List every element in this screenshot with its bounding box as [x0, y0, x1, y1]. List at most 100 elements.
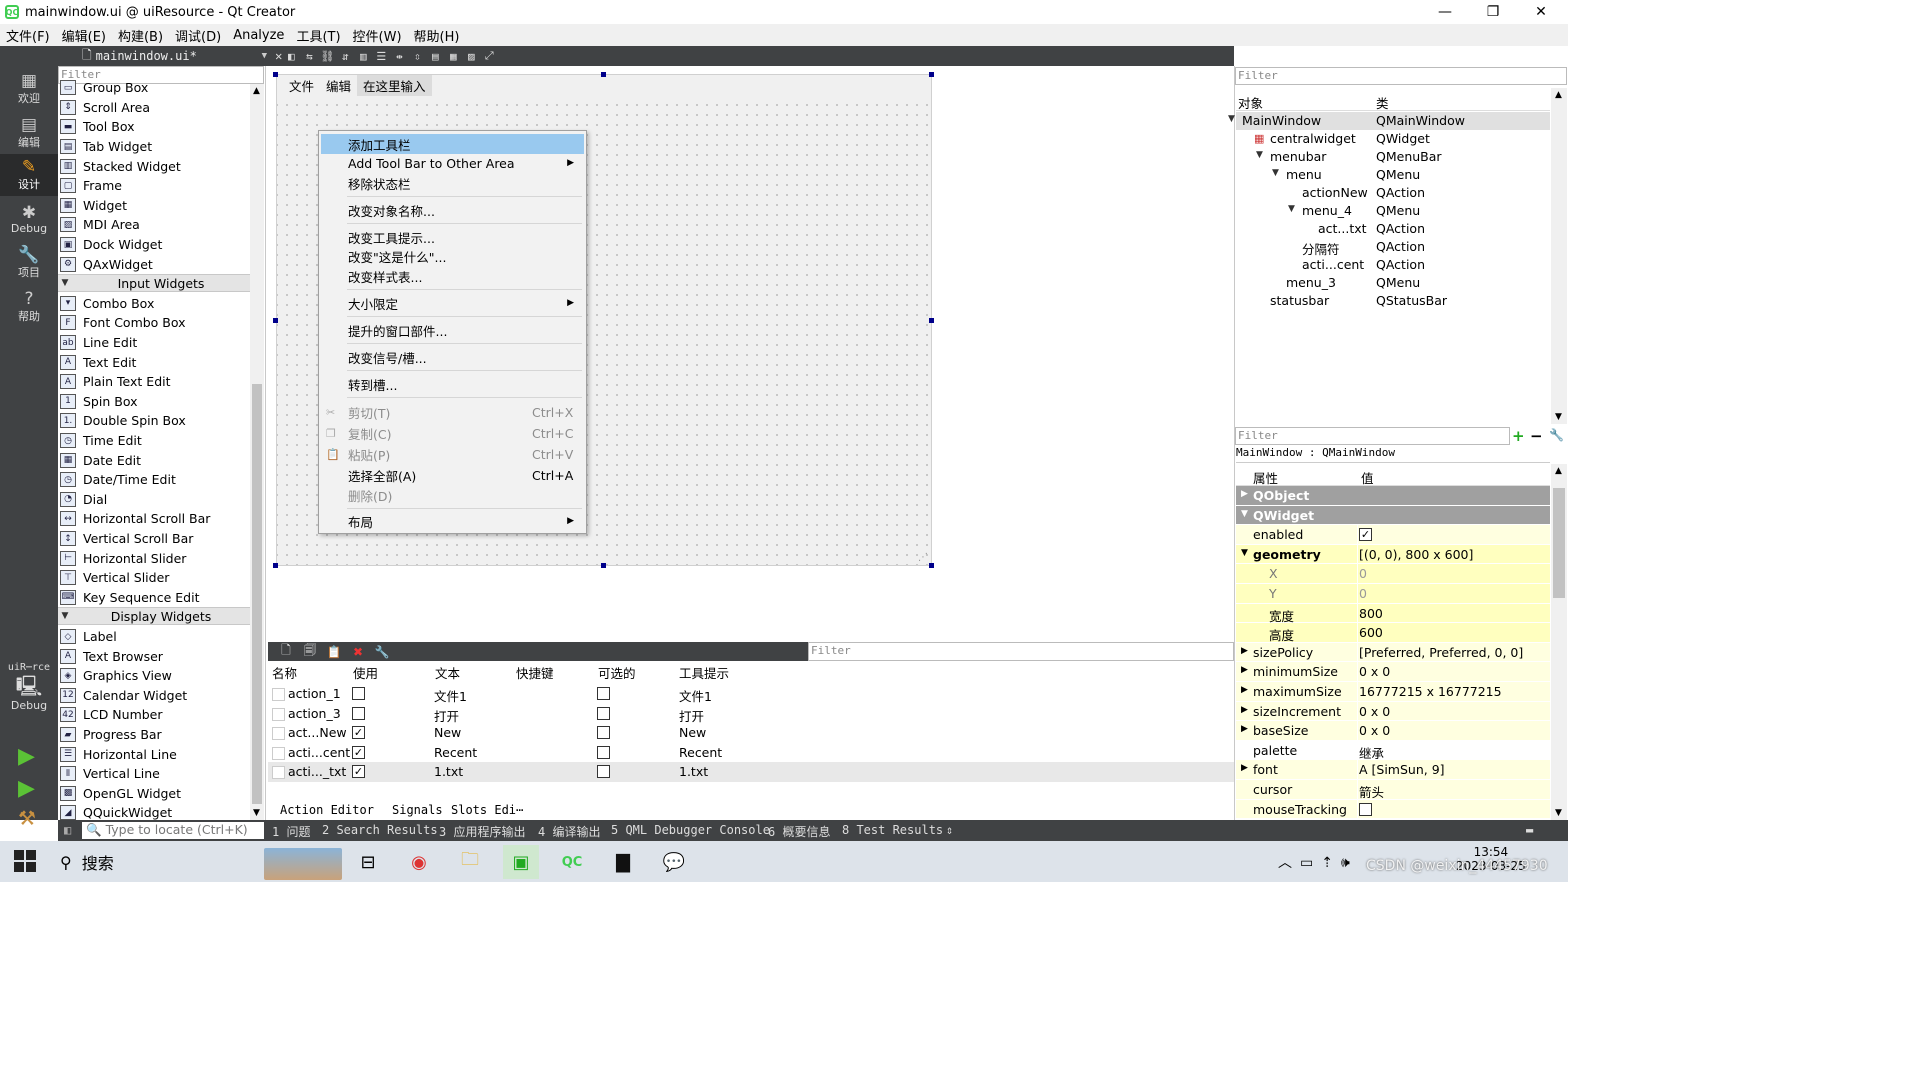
action-filter-input[interactable]: Filter — [808, 642, 1234, 661]
widget-item-text-browser[interactable]: A Text Browser — [60, 646, 163, 666]
edit-buddies-icon[interactable]: ⛓ — [318, 50, 336, 63]
size-grip-icon[interactable]: ⋰ — [918, 552, 928, 563]
col-header-class[interactable]: 类 — [1376, 93, 1389, 112]
mode-help[interactable]: ? 帮助 — [0, 286, 58, 328]
property-row[interactable]: Y0 — [1236, 584, 1550, 604]
mode-welcome[interactable]: ▦ 欢迎 — [0, 68, 58, 110]
mode-projects[interactable]: 🔧 项目 — [0, 242, 58, 284]
remove-dynamic-property-icon[interactable]: − — [1530, 427, 1543, 445]
table-row[interactable]: acti..._txt ✓ 1.txt 1.txt — [268, 762, 1234, 782]
chevron-right-icon[interactable]: ▶ — [1241, 685, 1248, 695]
new-action-icon[interactable]: 🗋 — [274, 641, 298, 662]
property-row[interactable]: ▶ font A [SimSun, 9] — [1236, 760, 1550, 780]
widget-item-dial[interactable]: ◔ Dial — [60, 490, 107, 510]
widget-item-tab-widget[interactable]: ▤ Tab Widget — [60, 137, 152, 157]
chevron-right-icon[interactable]: ▶ — [1241, 724, 1248, 734]
object-tree-item[interactable]: menu_3 QMenu — [1236, 274, 1550, 292]
toggle-sidebar-icon[interactable]: ◧ — [64, 823, 71, 837]
menu-item-remove-statusbar[interactable]: 移除状态栏 — [321, 173, 584, 193]
menu-item-size-constraints[interactable]: 大小限定 ▶ — [321, 293, 584, 313]
widget-item-text-edit[interactable]: A Text Edit — [60, 352, 136, 372]
open-file-combo[interactable]: mainwindow.ui* — [96, 49, 262, 63]
edit-signals-icon[interactable]: ⇆ — [300, 50, 318, 63]
form-menu-file[interactable]: 文件 — [283, 76, 320, 95]
menu-item-add-toolbar[interactable]: 添加工具栏 — [321, 134, 584, 154]
resize-handle[interactable] — [601, 563, 606, 568]
table-row[interactable]: action_3 打开 打开 — [268, 704, 1234, 724]
property-editor-scrollbar[interactable]: ▲ ▼ — [1551, 464, 1567, 820]
widget-item-date-edit[interactable]: ▦ Date Edit — [60, 450, 141, 470]
widget-item-tool-box[interactable]: ▬ Tool Box — [60, 117, 135, 137]
used-checkbox[interactable]: ✓ — [352, 745, 365, 759]
checkable-checkbox[interactable] — [597, 726, 610, 740]
property-row[interactable]: ▶ baseSize 0 x 0 — [1236, 721, 1550, 741]
object-inspector-scrollbar[interactable]: ▲ ▼ — [1551, 88, 1567, 424]
widget-item-widget[interactable]: ▦ Widget — [60, 196, 127, 216]
build-hammer-icon[interactable]: ⚒ — [18, 806, 36, 830]
object-tree-item[interactable]: ▼ menu_4 QMenu — [1236, 202, 1550, 220]
widget-item-qquickwidget[interactable]: ◢ QQuickWidget — [60, 803, 172, 820]
menu-file[interactable]: 文件(F) — [0, 26, 56, 45]
configure-icon[interactable]: 🔧 — [370, 645, 394, 659]
resize-handle[interactable] — [273, 318, 278, 323]
property-row[interactable]: ▶ sizeIncrement 0 x 0 — [1236, 701, 1550, 722]
widget-item-double-spin-box[interactable]: 1. Double Spin Box — [60, 411, 186, 431]
resize-handle[interactable] — [929, 563, 934, 568]
minimize-button[interactable]: — — [1422, 0, 1468, 24]
resize-handle[interactable] — [929, 72, 934, 77]
chrome-icon[interactable]: ◉ — [401, 845, 437, 879]
pane-application-output[interactable]: 3 应用程序输出 — [439, 823, 525, 840]
close-file-icon[interactable]: ✕ — [275, 49, 282, 63]
chevron-right-icon[interactable]: ▶ — [1241, 705, 1248, 715]
widget-item-spin-box[interactable]: 1 Spin Box — [60, 392, 137, 412]
chevron-down-icon[interactable]: ▼ — [1241, 548, 1248, 558]
layout-horizontal-icon[interactable]: ▥ — [354, 50, 372, 63]
chevron-right-icon[interactable]: ▶ — [1241, 489, 1248, 499]
taskbar-search[interactable]: ⚲ 搜索 — [60, 850, 114, 874]
object-tree-item[interactable]: acti...cent QAction — [1236, 256, 1550, 274]
property-row[interactable]: X0 — [1236, 564, 1550, 584]
object-tree-item[interactable]: ▼ menubar QMenuBar — [1236, 148, 1550, 166]
pane-chooser-icon[interactable]: ⇕ — [946, 823, 953, 837]
pane-search-results[interactable]: 2 Search Results — [322, 823, 438, 837]
scroll-down-icon[interactable]: ▼ — [1555, 808, 1562, 818]
chevron-right-icon[interactable]: ▶ — [1241, 763, 1248, 773]
layout-hsplit-icon[interactable]: ⇹ — [390, 50, 408, 63]
menu-item-promote[interactable]: 提升的窗口部件... — [321, 320, 584, 340]
scroll-thumb[interactable] — [252, 384, 262, 804]
form-menu-edit[interactable]: 编辑 — [320, 76, 357, 95]
scroll-up-icon[interactable]: ▲ — [1555, 466, 1562, 476]
close-button[interactable]: ✕ — [1518, 0, 1564, 24]
widget-item-mdi-area[interactable]: ▨ MDI Area — [60, 215, 140, 235]
col-header-value[interactable]: 值 — [1361, 468, 1374, 487]
scroll-up-icon[interactable]: ▲ — [1555, 90, 1562, 100]
used-checkbox[interactable] — [352, 687, 365, 700]
scroll-up-icon[interactable]: ▲ — [253, 86, 260, 96]
widget-item-group-box[interactable]: ▭ Group Box — [60, 78, 148, 98]
chevron-down-icon[interactable]: ▼ — [1241, 509, 1248, 519]
menu-build[interactable]: 构建(B) — [112, 26, 169, 45]
property-row[interactable]: ▶ sizePolicy [Preferred, Preferred, 0, 0] — [1236, 642, 1550, 663]
object-tree-item[interactable]: act...txt QAction — [1236, 220, 1550, 238]
layout-vsplit-icon[interactable]: ⇳ — [408, 50, 426, 63]
table-row[interactable]: acti...cent ✓ Recent Recent — [268, 743, 1234, 763]
widget-item-dock-widget[interactable]: ▣ Dock Widget — [60, 235, 162, 255]
col-header-property[interactable]: 属性 — [1253, 468, 1278, 487]
wechat-work-icon[interactable]: ▣ — [503, 845, 539, 879]
widget-item-line-edit[interactable]: ab Line Edit — [60, 333, 137, 353]
form-menu-type-here[interactable]: 在这里输入 — [357, 75, 432, 96]
resize-handle[interactable] — [601, 72, 606, 77]
property-checkbox[interactable] — [1359, 802, 1372, 816]
col-header-used[interactable]: 使用 — [353, 663, 378, 682]
system-tray-icons[interactable]: ︿▭⇡🕪 — [1278, 852, 1358, 872]
menu-item-select-all[interactable]: 选择全部(A) Ctrl+A — [321, 465, 584, 485]
widget-item-label[interactable]: ◇ Label — [60, 627, 117, 647]
chevron-down-icon[interactable]: ▼ — [262, 51, 267, 61]
widget-item-date-time-edit[interactable]: ◷ Date/Time Edit — [60, 470, 176, 490]
object-tree-item[interactable]: ▼ MainWindow QMainWindow — [1228, 112, 1550, 130]
menu-controls[interactable]: 控件(W) — [347, 26, 408, 45]
col-header-name[interactable]: 名称 — [272, 663, 297, 682]
checkable-checkbox[interactable] — [597, 765, 610, 779]
widget-item-combo-box[interactable]: ▾ Combo Box — [60, 294, 154, 314]
widget-item-horizontal-slider[interactable]: ⊢ Horizontal Slider — [60, 548, 186, 568]
